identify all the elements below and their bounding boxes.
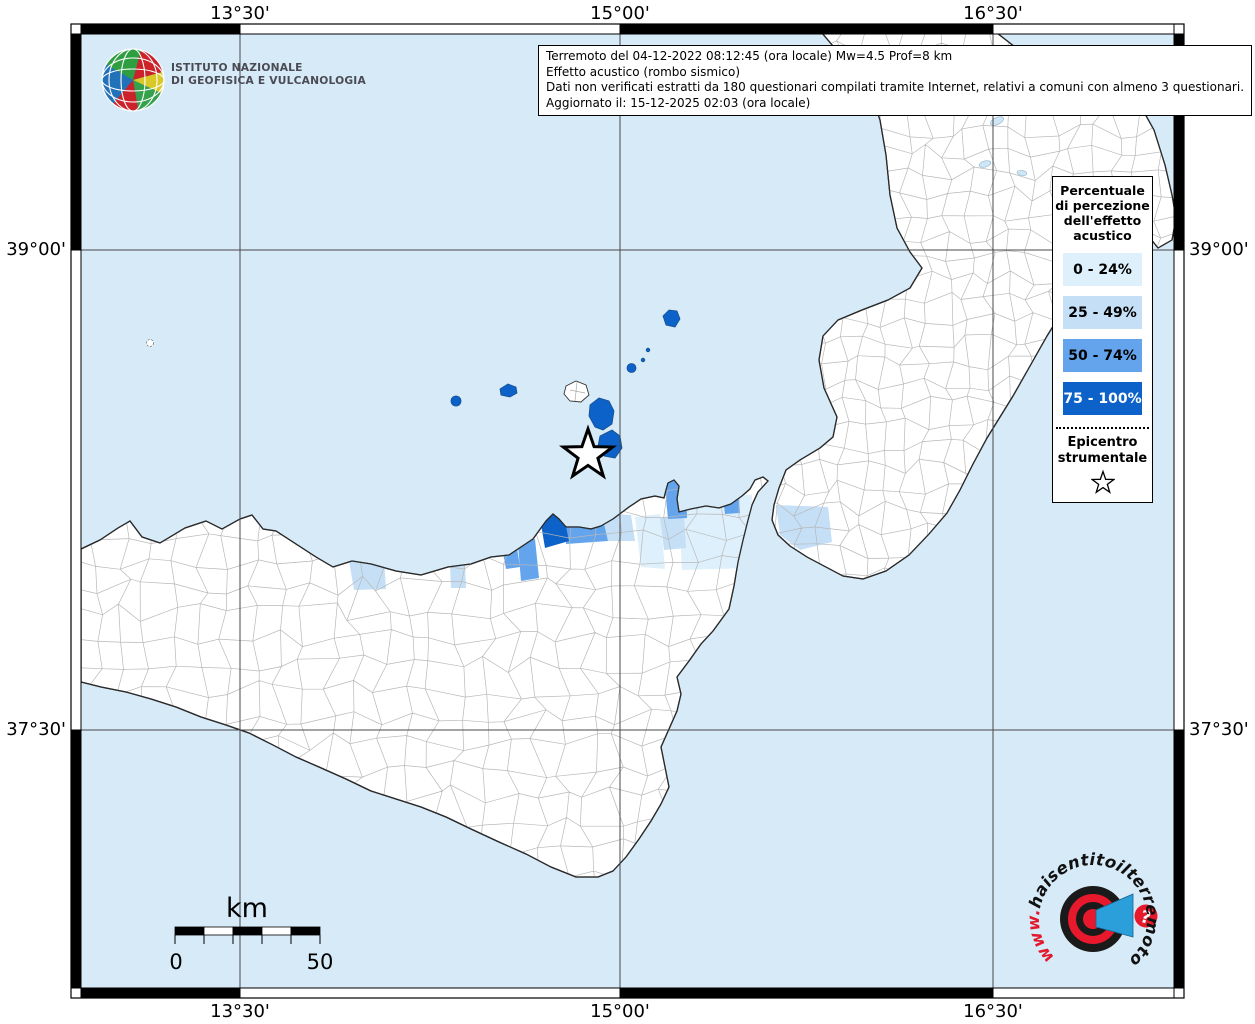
legend-class-75-100: 75 - 100% (1063, 382, 1142, 415)
legend: Percentuale di percezione dell'effetto a… (1052, 176, 1153, 503)
scale-bar-start: 0 (169, 950, 182, 974)
axis-label-left-1: 39°00' (0, 239, 66, 260)
scale-bar-end: 50 (307, 950, 334, 974)
axis-label-bottom-1: 13°30' (210, 1001, 270, 1022)
page: { "header": { "institute_name_line1": "I… (0, 0, 1255, 1024)
legend-title: Percentuale di percezione dell'effetto a… (1054, 183, 1151, 243)
axis-label-bottom-2: 15°00' (590, 1001, 650, 1022)
event-effect: Effetto acustico (rombo sismico) (546, 65, 1244, 81)
ustica-island (147, 340, 154, 347)
legend-class-25-49: 25 - 49% (1063, 296, 1142, 329)
event-data-note: Dati non verificati estratti da 180 ques… (546, 80, 1244, 96)
axis-label-top-3: 16°30' (963, 3, 1023, 24)
institute-name-line2: DI GEOFISICA E VULCANOLOGIA (171, 74, 366, 87)
axis-label-bottom-3: 16°30' (963, 1001, 1023, 1022)
legend-class-0-24: 0 - 24% (1063, 253, 1142, 286)
legend-divider (1056, 427, 1149, 429)
legend-epicenter-label: Epicentro strumentale (1053, 435, 1152, 467)
event-info-box: Terremoto del 04-12-2022 08:12:45 (ora l… (538, 45, 1252, 116)
axis-label-top-2: 15°00' (590, 3, 650, 24)
event-summary: Terremoto del 04-12-2022 08:12:45 (ora l… (546, 49, 1244, 65)
axis-label-left-2: 37°30' (0, 719, 66, 740)
scale-bar-unit: km (226, 893, 268, 924)
axis-label-right-2: 37°30' (1189, 719, 1249, 740)
event-updated: Aggiornato il: 15-12-2025 02:03 (ora loc… (546, 96, 1244, 112)
institute-name: ISTITUTO NAZIONALE DI GEOFISICA E VULCAN… (171, 61, 366, 87)
map-canvas: km 0 50 ? www.haisentitoilterremoto.it (0, 0, 1255, 1024)
axis-label-right-1: 39°00' (1189, 239, 1249, 260)
institute-name-line1: ISTITUTO NAZIONALE (171, 61, 366, 74)
ingv-logo (98, 45, 168, 115)
axis-label-top-1: 13°30' (210, 3, 270, 24)
epicenter-star-icon (1091, 469, 1115, 495)
legend-class-50-74: 50 - 74% (1063, 339, 1142, 372)
